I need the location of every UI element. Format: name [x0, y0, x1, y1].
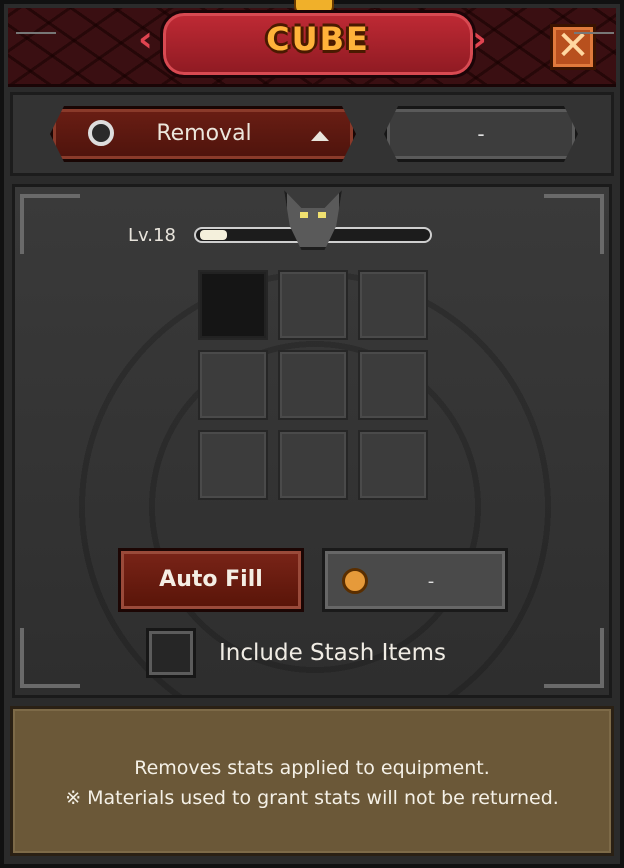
- material-slot[interactable]: [198, 430, 268, 500]
- material-slot[interactable]: [278, 350, 348, 420]
- material-slot[interactable]: [278, 430, 348, 500]
- include-stash-checkbox[interactable]: [146, 628, 196, 678]
- cost-label: -: [427, 571, 435, 592]
- material-slot[interactable]: [278, 270, 348, 340]
- material-slot[interactable]: [358, 350, 428, 420]
- removal-dropdown-label: Removal: [156, 121, 252, 146]
- material-slot[interactable]: [198, 350, 268, 420]
- corner-ornament-icon: [20, 628, 80, 688]
- description-panel: [10, 706, 614, 856]
- title-left-ornament-icon: ‹: [138, 19, 153, 60]
- tab-left-ornament-icon: [16, 32, 56, 34]
- description-line-2: ※ Materials used to grant stats will not…: [65, 787, 559, 809]
- tab-right-ornament-icon: [574, 32, 614, 34]
- caret-up-icon: [311, 131, 329, 141]
- level-label: Lv.18: [128, 225, 176, 246]
- ring-icon: [88, 120, 114, 146]
- material-slot[interactable]: [358, 430, 428, 500]
- close-button[interactable]: ✕: [550, 24, 596, 70]
- coin-icon: [342, 568, 368, 594]
- window-title: CUBE: [266, 20, 370, 58]
- material-slot[interactable]: [198, 270, 268, 340]
- material-slot[interactable]: [358, 270, 428, 340]
- secondary-dropdown-label: -: [477, 122, 485, 146]
- close-icon: ✕: [556, 23, 590, 69]
- demon-eyes-icon: [300, 212, 326, 218]
- corner-ornament-icon: [20, 194, 80, 254]
- level-progress-fill: [200, 230, 227, 240]
- description-line-1: Removes stats applied to equipment.: [134, 757, 490, 779]
- corner-ornament-icon: [544, 194, 604, 254]
- auto-fill-label: Auto Fill: [159, 567, 263, 592]
- include-stash-label: Include Stash Items: [219, 640, 446, 666]
- corner-ornament-icon: [544, 628, 604, 688]
